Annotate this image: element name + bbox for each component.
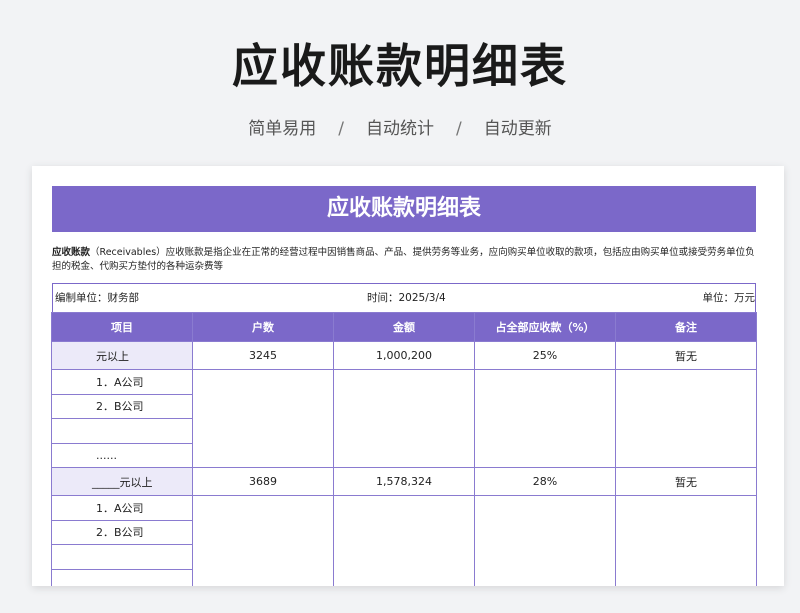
column-header: 金额 [333,312,475,342]
subtitle-part: 简单易用 [248,119,317,139]
percent-cell[interactable]: 28% [474,467,616,496]
subtitle-part: 自动统计 [366,119,434,139]
subtitle-separator: / [338,119,344,139]
spreadsheet-preview: 应收账款明细表 应收账款（Receivables）应收账款是指企业在正常的经营过… [32,166,784,586]
column-header: 户数 [192,312,334,342]
description-body: （Receivables）应收账款是指企业在正常的经营过程中因销售商品、产品、提… [52,247,755,272]
table-row: 1．A公司 [51,495,757,586]
percent-cell[interactable] [474,369,616,468]
note-cell[interactable] [615,369,757,468]
description-term: 应收账款 [52,247,91,258]
item-cell[interactable]: 1．A公司 [51,495,193,521]
column-header: 占全部应收款（%） [474,312,616,342]
amount-cell[interactable]: 1,000,200 [333,341,475,370]
group-label-cell[interactable]: _____元以上 [51,467,193,496]
item-cell[interactable]: 2．B公司 [51,519,193,545]
count-cell[interactable] [192,495,334,586]
percent-cell[interactable]: 25% [474,341,616,370]
report-date: 时间：2025/3/4 [367,292,446,304]
sheet-description: 应收账款（Receivables）应收账款是指企业在正常的经营过程中因销售商品、… [52,246,762,274]
note-cell[interactable]: 暂无 [615,467,757,496]
page-subtitle: 简单易用 / 自动统计 / 自动更新 [0,114,800,139]
column-header: 备注 [615,312,757,342]
page-title: 应收账款明细表 [232,39,568,93]
receivables-table: 项目 户数 金额 占全部应收款（%） 备注 元以上 3245 1,000,200… [51,312,757,586]
sheet-banner-title: 应收账款明细表 [52,186,756,232]
table-row: 1．A公司 [51,369,757,468]
count-cell[interactable]: 3245 [192,341,334,370]
table-row: 元以上 3245 1,000,200 25% 暂无 [51,341,757,370]
item-cell[interactable]: 2．B公司 [51,393,193,419]
column-header: 项目 [51,312,193,342]
subtitle-part: 自动更新 [483,119,552,139]
item-cell[interactable]: 1．A公司 [51,369,193,395]
item-cell[interactable]: ...... [51,442,193,468]
table-header-row: 项目 户数 金额 占全部应收款（%） 备注 [51,312,757,342]
group-label-cell[interactable]: 元以上 [51,341,193,370]
item-cell[interactable] [51,418,193,444]
amount-cell[interactable] [333,369,475,468]
count-cell[interactable] [192,369,334,468]
count-cell[interactable]: 3689 [192,467,334,496]
amount-cell[interactable] [333,495,475,586]
percent-cell[interactable] [474,495,616,586]
item-cell[interactable] [51,568,193,586]
compiling-unit: 编制单位：财务部 [55,292,139,304]
note-cell[interactable] [615,495,757,586]
item-cell[interactable] [51,544,193,570]
currency-unit: 单位：万元 [702,292,756,304]
sheet-meta-row: 编制单位：财务部 时间：2025/3/4 单位：万元 [52,283,756,313]
note-cell[interactable]: 暂无 [615,341,757,370]
amount-cell[interactable]: 1,578,324 [333,467,475,496]
table-row: _____元以上 3689 1,578,324 28% 暂无 [51,467,757,496]
subtitle-separator: / [456,119,462,139]
